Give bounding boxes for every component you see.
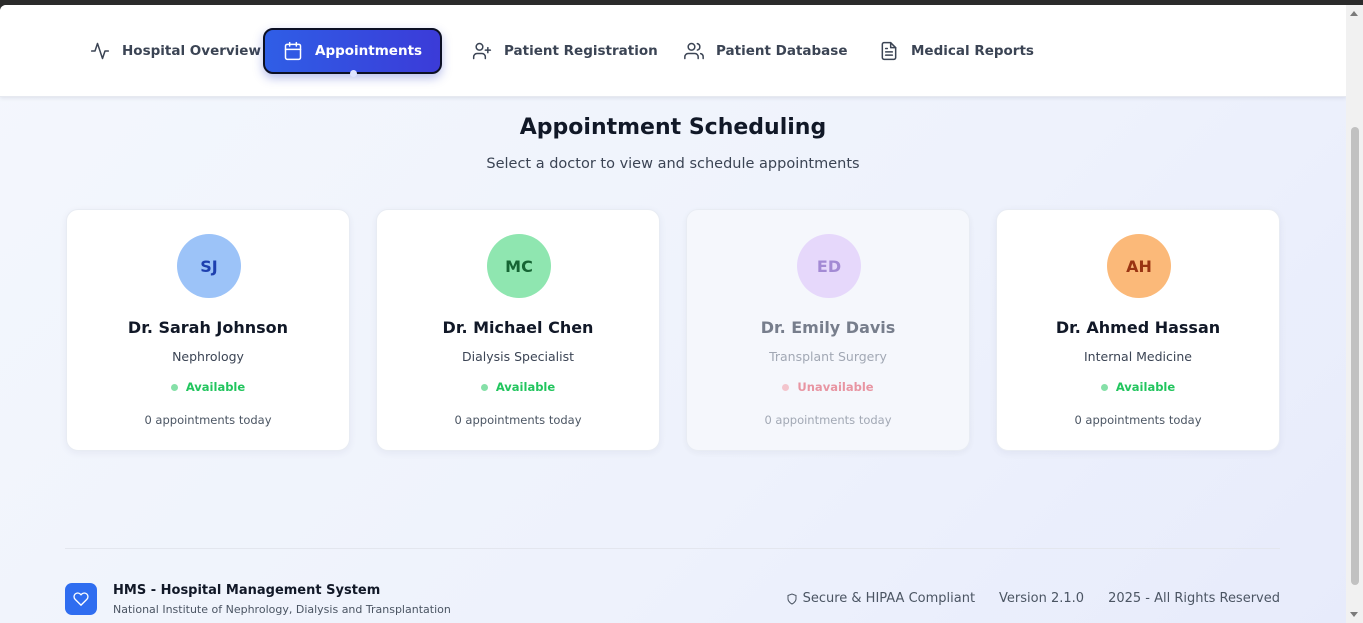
tab-label: Patient Registration [504,43,658,59]
status-label: Unavailable [797,380,874,394]
shield-icon [787,592,797,605]
doctor-card[interactable]: ED Dr. Emily Davis Transplant Surgery Un… [686,209,970,451]
page-title: Appointment Scheduling [519,115,827,140]
doctor-card[interactable]: AH Dr. Ahmed Hassan Internal Medicine Av… [996,209,1280,451]
status-label: Available [495,380,556,394]
status-badge: Available [997,380,1279,394]
status-label: Available [1115,380,1176,394]
footer-subtitle: National Institute of Nephrology, Dialys… [113,603,451,616]
doctor-specialty: Internal Medicine [1084,349,1192,364]
users-icon [684,42,704,60]
page-subtitle: Select a doctor to view and schedule app… [486,156,860,172]
status-dot-icon [782,383,790,391]
secure-label: Secure & HIPAA Compliant [802,591,976,606]
footer-meta: Secure & HIPAA Compliant Version 2.1.0 2… [786,591,1280,606]
avatar: ED [797,234,861,298]
scroll-down-icon[interactable] [1350,612,1358,617]
footer-logo [65,583,97,615]
tab-hospital-overview[interactable]: Hospital Overview [72,28,279,74]
appointment-count: 0 appointments today [764,413,892,427]
status-dot-icon [1100,383,1108,391]
doctor-specialty: Transplant Surgery [769,349,887,364]
appointment-count: 0 appointments today [454,413,582,427]
tab-patient-database[interactable]: Patient Database [666,28,866,74]
status-badge: Available [67,380,349,394]
heart-icon [73,592,89,607]
avatar: SJ [177,234,241,298]
footer-title: HMS - Hospital Management System [113,583,381,598]
tab-label: Medical Reports [911,43,1034,59]
doctor-name: Dr. Ahmed Hassan [1055,318,1221,337]
user-plus-icon [472,42,492,60]
tab-medical-reports[interactable]: Medical Reports [861,28,1052,74]
status-dot-icon [170,383,178,391]
status-dot-icon [480,383,488,391]
tab-label: Patient Database [716,43,848,59]
tab-label: Appointments [315,43,423,59]
avatar: AH [1107,234,1171,298]
status-label: Available [185,380,246,394]
copyright-label: 2025 - All Rights Reserved [1108,591,1280,606]
doctor-name: Dr. Emily Davis [760,318,896,337]
active-indicator [349,70,357,77]
activity-icon [90,42,110,60]
doctor-specialty: Dialysis Specialist [461,349,575,364]
file-text-icon [881,41,897,61]
tab-appointments[interactable]: Appointments [263,28,443,77]
status-badge: Unavailable [687,380,969,394]
appointment-count: 0 appointments today [1074,413,1202,427]
footer-divider [65,548,1280,549]
doctor-name: Dr. Sarah Johnson [127,318,289,337]
doctor-card[interactable]: MC Dr. Michael Chen Dialysis Specialist … [376,209,660,451]
doctor-card[interactable]: SJ Dr. Sarah Johnson Nephrology Availabl… [66,209,350,451]
scroll-up-icon[interactable] [1350,11,1358,16]
vertical-scrollbar[interactable] [1346,5,1363,623]
doctor-specialty: Nephrology [172,349,244,364]
appointment-count: 0 appointments today [144,413,272,427]
tab-label: Hospital Overview [122,43,261,59]
avatar: MC [487,234,551,298]
top-navigation: Hospital Overview Appointments Patient R… [0,5,1346,97]
secure-badge: Secure & HIPAA Compliant [786,591,975,606]
scroll-thumb[interactable] [1351,127,1359,585]
app-window: Hospital Overview Appointments Patient R… [0,5,1346,623]
tab-patient-registration[interactable]: Patient Registration [454,28,676,74]
calendar-icon [284,41,302,61]
doctor-name: Dr. Michael Chen [442,318,594,337]
version-label: Version 2.1.0 [999,591,1085,606]
status-badge: Available [377,380,659,394]
